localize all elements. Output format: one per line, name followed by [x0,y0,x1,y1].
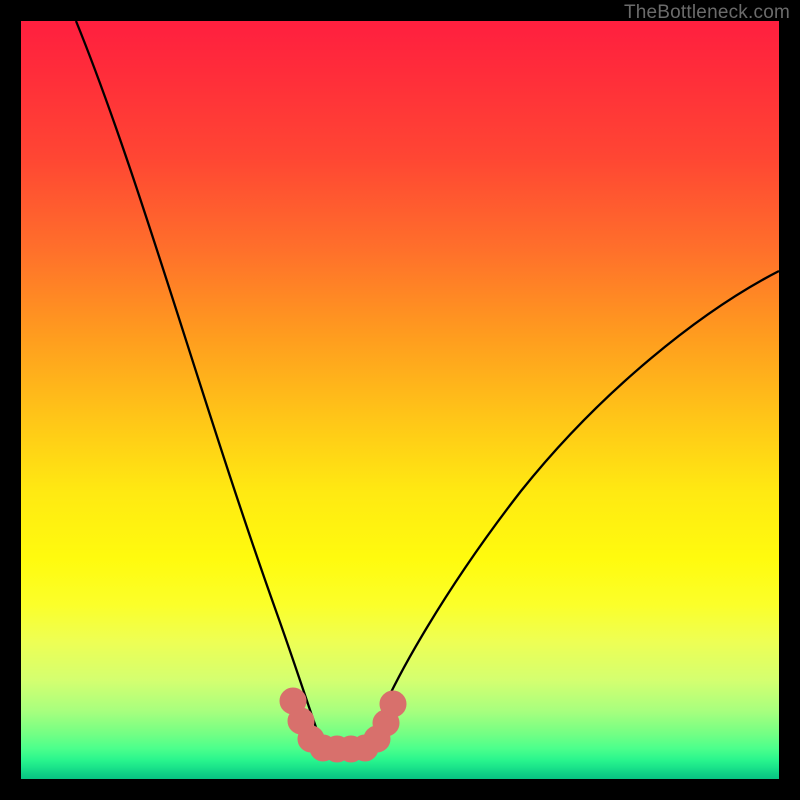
highlight-band [286,694,400,756]
chart-overlay [21,21,779,779]
bottleneck-curve [76,21,779,744]
chart-stage: TheBottleneck.com [0,0,800,800]
watermark-text: TheBottleneck.com [624,2,790,24]
